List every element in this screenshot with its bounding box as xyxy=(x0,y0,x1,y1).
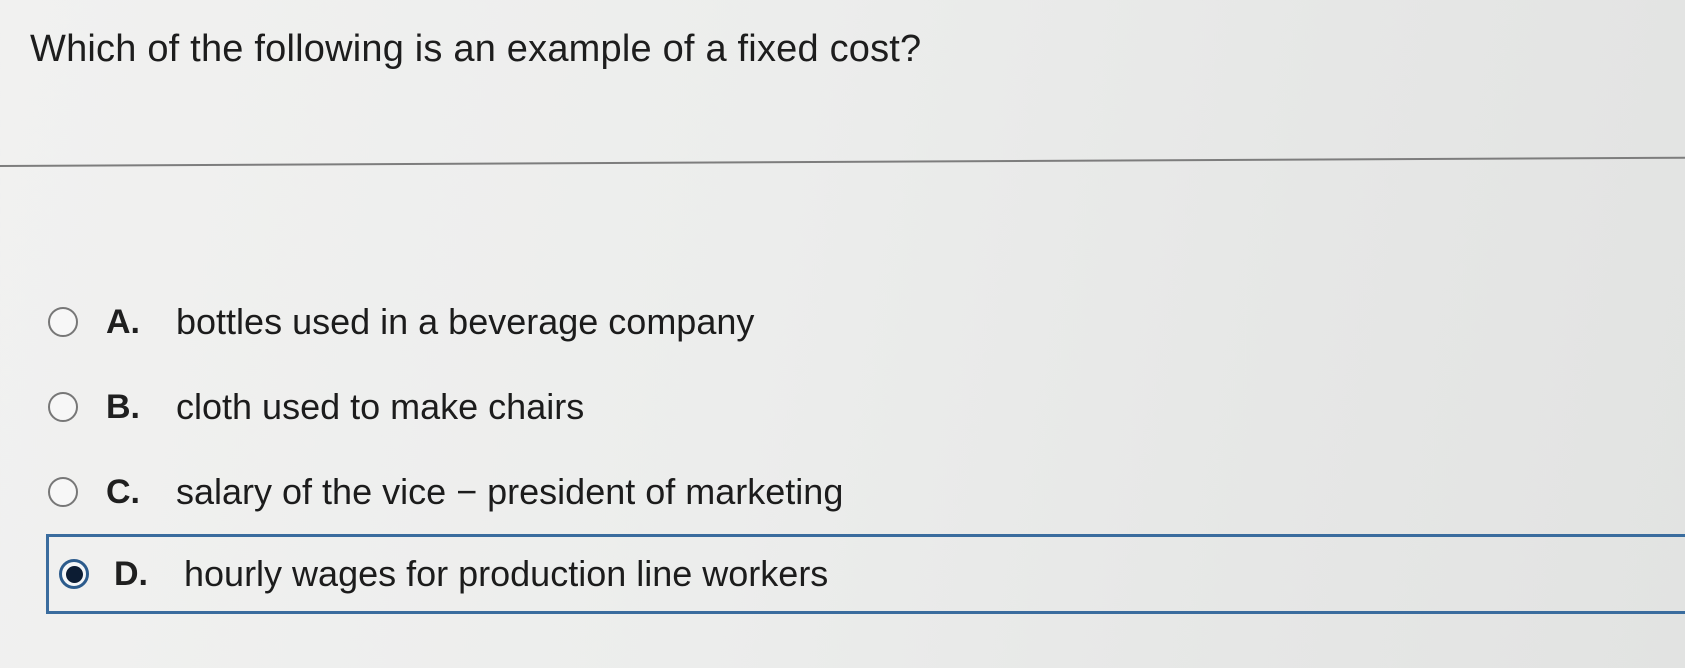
option-text: bottles used in a beverage company xyxy=(176,301,755,342)
radio-selected-dot xyxy=(65,565,83,583)
option-text: salary of the vice − president of market… xyxy=(176,471,844,512)
option-letter: D. xyxy=(114,554,148,593)
radio-button-d-selected[interactable] xyxy=(59,559,89,589)
option-letter: B. xyxy=(106,387,140,426)
option-letter: C. xyxy=(106,472,140,511)
question-text: Which of the following is an example of … xyxy=(30,28,922,70)
divider xyxy=(0,156,1685,167)
option-letter: A. xyxy=(106,302,140,341)
radio-button-a[interactable] xyxy=(48,307,78,337)
option-d[interactable]: D. hourly wages for production line work… xyxy=(46,534,1685,614)
option-text: hourly wages for production line workers xyxy=(184,553,829,594)
option-a[interactable]: A. bottles used in a beverage company xyxy=(48,292,1685,352)
radio-button-b[interactable] xyxy=(48,392,78,422)
option-text: cloth used to make chairs xyxy=(176,386,585,427)
option-b[interactable]: B. cloth used to make chairs xyxy=(48,377,1685,437)
radio-button-c[interactable] xyxy=(48,477,78,507)
option-c[interactable]: C. salary of the vice − president of mar… xyxy=(48,462,1685,522)
